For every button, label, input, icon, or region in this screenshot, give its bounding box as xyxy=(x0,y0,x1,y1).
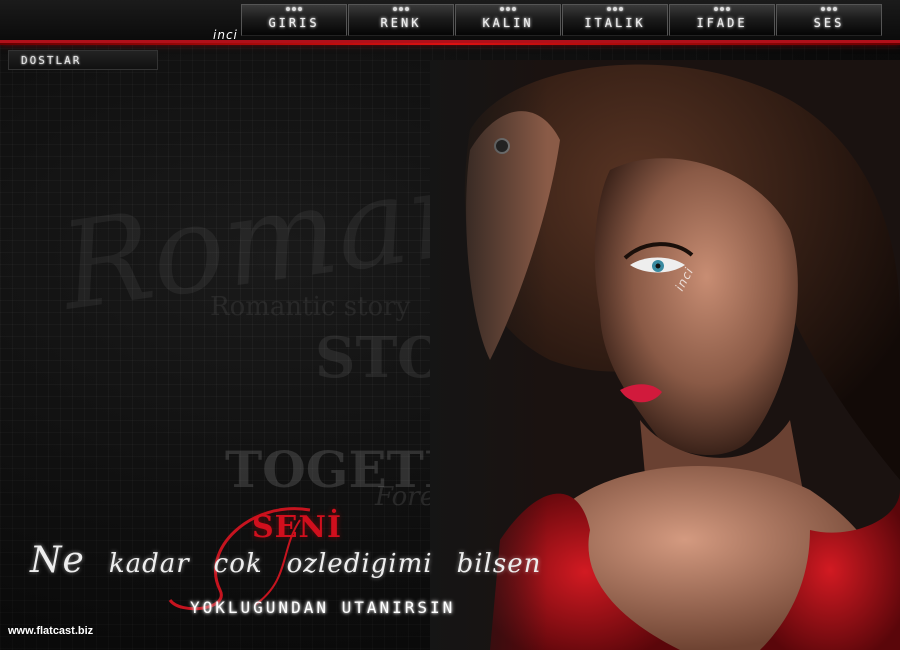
nav-label: SES xyxy=(813,16,845,30)
lyric-word: Ne xyxy=(30,540,85,581)
nav-label: GIRIS xyxy=(268,16,320,30)
top-bar-red-edge xyxy=(0,43,900,45)
nav-label: IFADE xyxy=(696,16,748,30)
lyric-line-1: Ne kadar cok ozledigimi bilsen xyxy=(30,540,565,581)
lyric-word: ozledigimi xyxy=(286,549,433,579)
indicator-dots-icon xyxy=(393,7,409,11)
brand-tag: inci xyxy=(213,28,238,42)
site-watermark: www.flatcast.biz xyxy=(8,625,94,637)
nav-label: RENK xyxy=(380,16,422,30)
lyric-line-2: YOKLUGUNDAN UTANIRSIN xyxy=(190,598,456,617)
indicator-dots-icon xyxy=(500,7,516,11)
main-nav: GIRIS RENK KALIN ITALIK IFADE SES xyxy=(241,4,883,38)
bg-text-story: STO xyxy=(315,325,446,391)
nav-button-renk[interactable]: RENK xyxy=(348,4,454,36)
nav-label: ITALIK xyxy=(584,16,646,30)
lyric-word: kadar xyxy=(108,549,190,579)
nav-button-kalin[interactable]: KALIN xyxy=(455,4,561,36)
nav-button-ifade[interactable]: IFADE xyxy=(669,4,775,36)
nav-button-italik[interactable]: ITALIK xyxy=(562,4,668,36)
nav-button-ses[interactable]: SES xyxy=(776,4,882,36)
lyric-word: cok xyxy=(213,549,263,579)
friends-button-label: DOSTLAR xyxy=(21,53,82,67)
indicator-dots-icon xyxy=(286,7,302,11)
indicator-dots-icon xyxy=(821,7,837,11)
indicator-dots-icon xyxy=(607,7,623,11)
indicator-dots-icon xyxy=(714,7,730,11)
friends-button[interactable]: DOSTLAR xyxy=(8,50,158,70)
lyric-word: bilsen xyxy=(456,549,542,579)
nav-label: KALIN xyxy=(482,16,534,30)
nav-button-giris[interactable]: GIRIS xyxy=(241,4,347,36)
bg-text-romantic-story: Romantic story xyxy=(210,292,411,322)
